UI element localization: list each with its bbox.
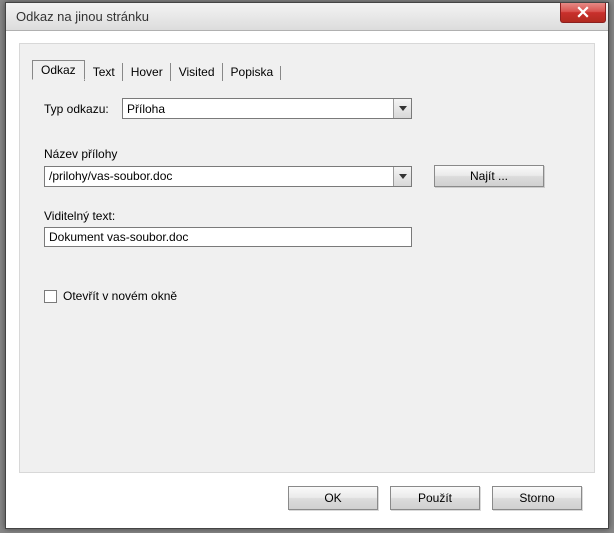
label-visible-text: Viditelný text:: [44, 209, 570, 223]
attachment-combo-arrow[interactable]: [393, 167, 411, 186]
panel: Odkaz Text Hover Visited Popiska Typ odk…: [19, 43, 595, 473]
apply-button[interactable]: Použít: [390, 486, 480, 510]
type-combo-value: Příloha: [127, 102, 165, 116]
attachment-combo[interactable]: /prilohy/vas-soubor.doc: [44, 166, 412, 187]
tab-visited[interactable]: Visited: [170, 63, 223, 81]
close-icon: [577, 6, 589, 18]
ok-button[interactable]: OK: [288, 486, 378, 510]
open-new-window-checkbox[interactable]: [44, 290, 57, 303]
attachment-combo-value: /prilohy/vas-soubor.doc: [49, 169, 172, 183]
titlebar: Odkaz na jinou stránku: [6, 3, 608, 31]
tab-content: Typ odkazu: Příloha Název přílohy /prilo…: [44, 98, 570, 460]
label-attachment-name: Název přílohy: [44, 147, 570, 161]
visible-text-input[interactable]: [44, 227, 412, 247]
cancel-button[interactable]: Storno: [492, 486, 582, 510]
tabstrip: Odkaz Text Hover Visited Popiska: [32, 60, 281, 80]
footer-buttons: OK Použít Storno: [288, 486, 582, 510]
window-title: Odkaz na jinou stránku: [16, 9, 149, 24]
close-button[interactable]: [560, 3, 606, 23]
type-combo[interactable]: Příloha: [122, 98, 412, 119]
chevron-down-icon: [399, 174, 407, 179]
dialog-body: Odkaz Text Hover Visited Popiska Typ odk…: [6, 31, 608, 528]
dialog-window: Odkaz na jinou stránku Odkaz Text Hover …: [5, 2, 609, 529]
label-type: Typ odkazu:: [44, 102, 122, 116]
chevron-down-icon: [399, 106, 407, 111]
tab-odkaz[interactable]: Odkaz: [32, 60, 85, 80]
label-open-new-window: Otevřít v novém okně: [63, 289, 177, 303]
tab-hover[interactable]: Hover: [122, 63, 171, 81]
type-combo-arrow[interactable]: [393, 99, 411, 118]
find-button[interactable]: Najít ...: [434, 165, 544, 187]
tab-text[interactable]: Text: [84, 63, 123, 81]
tab-popiska[interactable]: Popiska: [222, 63, 282, 81]
